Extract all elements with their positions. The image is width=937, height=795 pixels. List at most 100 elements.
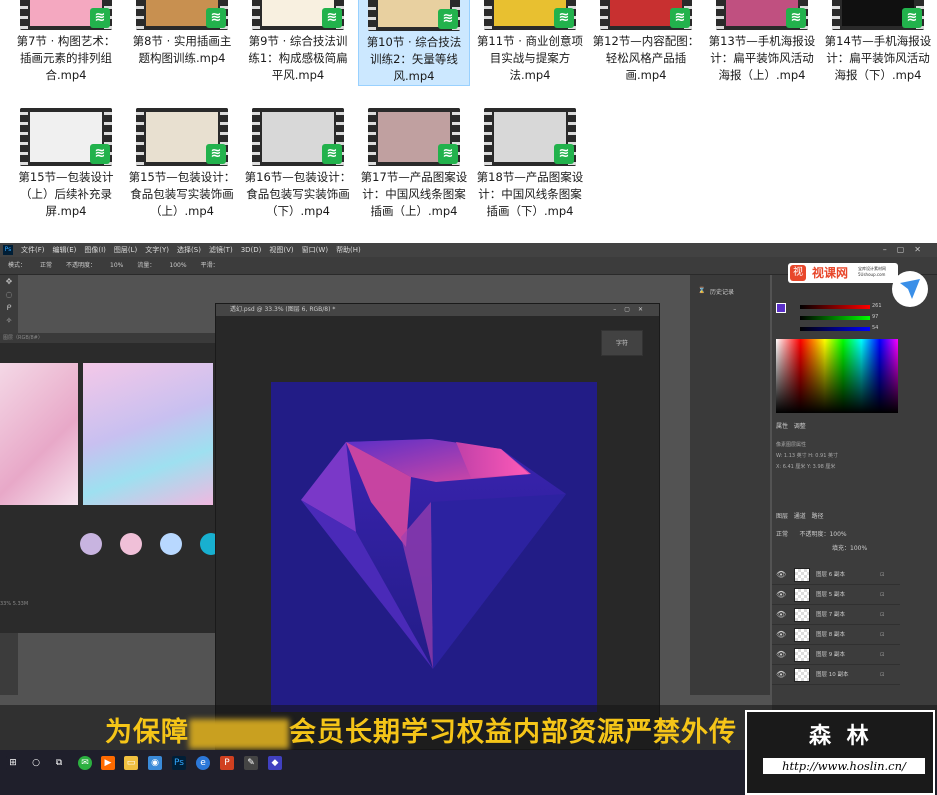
history-icon[interactable]: ⌛ <box>698 287 705 294</box>
video-file-tile[interactable]: ≋ 第15节—包装设计：食品包装写实装饰画（上）.mp4 <box>126 108 238 220</box>
layer-row[interactable]: 👁 图层 5 副本 ⊡ <box>772 585 900 605</box>
b-value[interactable]: 54 <box>872 323 882 334</box>
menu-item[interactable]: 图像(I) <box>84 243 106 257</box>
menu-item[interactable]: 文字(Y) <box>145 243 169 257</box>
canvas[interactable] <box>271 382 597 712</box>
visibility-eye-icon[interactable]: 👁 <box>776 565 786 585</box>
video-file-tile[interactable]: ≋ 第13节—手机海报设计：扁平装饰风活动海报（上）.mp4 <box>706 0 818 84</box>
menu-item[interactable]: 视图(V) <box>269 243 293 257</box>
g-value[interactable]: 97 <box>872 312 882 323</box>
video-thumbnail: ≋ <box>484 0 576 30</box>
visibility-eye-icon[interactable]: 👁 <box>776 625 786 645</box>
layer-row[interactable]: 👁 图层 9 副本 ⊡ <box>772 645 900 665</box>
video-file-tile[interactable]: ≋ 第8节 · 实用插画主题构图训练.mp4 <box>126 0 238 67</box>
video-thumbnail: ≋ <box>20 108 112 166</box>
menu-item[interactable]: 图层(L) <box>114 243 137 257</box>
video-file-tile[interactable]: ≋ 第7节 · 构图艺术：插画元素的排列组合.mp4 <box>10 0 122 84</box>
film-strip-left <box>484 108 492 166</box>
visibility-eye-icon[interactable]: 👁 <box>776 585 786 605</box>
option-item[interactable]: 正常 <box>40 262 52 269</box>
marquee-tool-icon[interactable]: ◌ <box>0 288 18 301</box>
video-file-tile[interactable]: ≋ 第11节 · 商业创意项目实战与提案方法.mp4 <box>474 0 586 84</box>
video-file-tile[interactable]: ≋ 第15节—包装设计（上）后续补充录屏.mp4 <box>10 108 122 220</box>
document-window[interactable]: 透幻.psd @ 33.3% (图层 6, RGB/8) * –▢✕ 字符 <box>215 303 660 750</box>
props-position[interactable]: X: 6.41 厘米 Y: 3.98 厘米 <box>776 462 896 473</box>
video-thumbnail: ≋ <box>368 0 460 31</box>
menu-item[interactable]: 帮助(H) <box>336 243 361 257</box>
history-label[interactable]: 历史记录 <box>710 287 734 296</box>
video-file-tile[interactable]: ≋ 第9节 · 综合技法训练1：构成感极简扁平风.mp4 <box>242 0 354 84</box>
visibility-eye-icon[interactable]: 👁 <box>776 645 786 665</box>
b-slider[interactable] <box>800 327 870 331</box>
browser-icon[interactable]: ◉ <box>148 756 162 770</box>
ps-menubar: Ps 文件(F) 编辑(E) 图像(I) 图层(L) 文字(Y) 选择(S) 滤镜(T) 3D(… <box>0 243 937 257</box>
window-controls[interactable]: –▢✕ <box>883 243 931 257</box>
film-strip-left <box>252 108 260 166</box>
tab-properties[interactable]: 属性 调整 <box>776 421 806 430</box>
layer-row[interactable]: 👁 图层 7 副本 ⊡ <box>772 605 900 625</box>
wechat-icon[interactable]: ✉ <box>78 756 92 770</box>
edge-icon[interactable]: e <box>196 756 210 770</box>
props-size[interactable]: W: 1.13 英寸 H: 0.91 英寸 <box>776 451 896 462</box>
file-name: 第18节—产品图案设计：中国风线条图案插画（下）.mp4 <box>476 170 584 218</box>
layer-row[interactable]: 👁 图层 6 副本 ⊡ <box>772 565 900 585</box>
visibility-eye-icon[interactable]: 👁 <box>776 605 786 625</box>
magic-wand-tool-icon[interactable]: ✧ <box>0 314 18 327</box>
task-view-icon[interactable]: ⧉ <box>52 756 66 770</box>
start-icon[interactable]: ⊞ <box>6 756 20 770</box>
tab-adjust[interactable]: 调整 <box>794 423 806 430</box>
r-slider[interactable] <box>800 305 870 309</box>
tab-paths[interactable]: 路径 <box>812 513 824 520</box>
file-explorer: ≋ 第7节 · 构图艺术：插画元素的排列组合.mp4 ≋ 第8节 · 实用插画主题构图… <box>0 0 937 243</box>
video-file-tile[interactable]: ≋ 第17节—产品图案设计：中国风线条图案插画（上）.mp4 <box>358 108 470 220</box>
menu-item[interactable]: 文件(F) <box>21 243 45 257</box>
option-item[interactable]: 10% <box>110 262 123 269</box>
move-tool-icon[interactable]: ✥ <box>0 275 18 288</box>
app-icon[interactable]: ▶ <box>101 756 115 770</box>
tool-icon[interactable]: ✎ <box>244 756 258 770</box>
video-file-tile[interactable]: ≋ 第10节 · 综合技法训练2：矢量等线风.mp4 <box>358 0 470 86</box>
right-panels: 261 97 54 属性 调整 像素图层属性 W: 1.13 英寸 H: 0.9… <box>772 275 900 750</box>
r-value[interactable]: 261 <box>872 301 882 312</box>
video-thumbnail: ≋ <box>368 108 460 166</box>
video-file-tile[interactable]: ≋ 第16节—包装设计：食品包装写实装饰画（下）.mp4 <box>242 108 354 220</box>
menu-item[interactable]: 滤镜(T) <box>209 243 233 257</box>
doc-window-controls[interactable]: –▢✕ <box>613 304 651 316</box>
menu-item[interactable]: 窗口(W) <box>302 243 328 257</box>
lock-icon: ⊡ <box>880 572 885 578</box>
g-slider[interactable] <box>800 316 870 320</box>
layer-row[interactable]: 👁 图层 10 副本 ⊡ <box>772 665 900 685</box>
video-thumbnail: ≋ <box>716 0 808 30</box>
tab-layers[interactable]: 图层 <box>776 513 788 520</box>
film-strip-left <box>136 0 144 30</box>
menu-item[interactable]: 3D(D) <box>241 243 262 257</box>
lasso-tool-icon[interactable]: ᑭ <box>0 301 18 314</box>
video-file-tile[interactable]: ≋ 第12节—内容配图：轻松风格产品插画.mp4 <box>590 0 702 84</box>
file-name: 第12节—内容配图：轻松风格产品插画.mp4 <box>592 34 700 82</box>
foreground-color-swatch[interactable] <box>776 303 786 313</box>
tab-channels[interactable]: 通道 <box>794 513 806 520</box>
photoshop-icon[interactable]: Ps <box>172 756 186 770</box>
site-logo: 视 视课网 宝库设计素材网 5Ushoup.com <box>788 263 898 283</box>
menu-item[interactable]: 选择(S) <box>177 243 201 257</box>
swatch-lavender <box>80 533 102 555</box>
video-file-tile[interactable]: ≋ 第14节—手机海报设计：扁平装饰风活动海报（下）.mp4 <box>822 0 934 84</box>
fill-field[interactable]: 填充：100% <box>832 543 867 552</box>
layer-row[interactable]: 👁 图层 8 副本 ⊡ <box>772 625 900 645</box>
opacity-field[interactable]: 不透明度：100% <box>799 531 846 538</box>
option-item[interactable]: 100% <box>169 262 186 269</box>
right-scrollbar[interactable] <box>900 275 937 750</box>
layers-tabs[interactable]: 图层 通道 路径 <box>776 511 824 520</box>
blend-mode-select[interactable]: 正常 不透明度：100% <box>776 529 847 538</box>
video-thumbnail: ≋ <box>252 0 344 30</box>
powerpoint-icon[interactable]: P <box>220 756 234 770</box>
app2-icon[interactable]: ◆ <box>268 756 282 770</box>
character-panel-button[interactable]: 字符 <box>601 330 643 356</box>
option-item: 模式： <box>8 262 27 269</box>
search-icon[interactable]: ○ <box>29 756 43 770</box>
file-explorer-icon[interactable]: ▭ <box>124 756 138 770</box>
menu-item[interactable]: 编辑(E) <box>53 243 77 257</box>
visibility-eye-icon[interactable]: 👁 <box>776 665 786 685</box>
color-spectrum[interactable] <box>776 339 898 413</box>
video-file-tile[interactable]: ≋ 第18节—产品图案设计：中国风线条图案插画（下）.mp4 <box>474 108 586 220</box>
